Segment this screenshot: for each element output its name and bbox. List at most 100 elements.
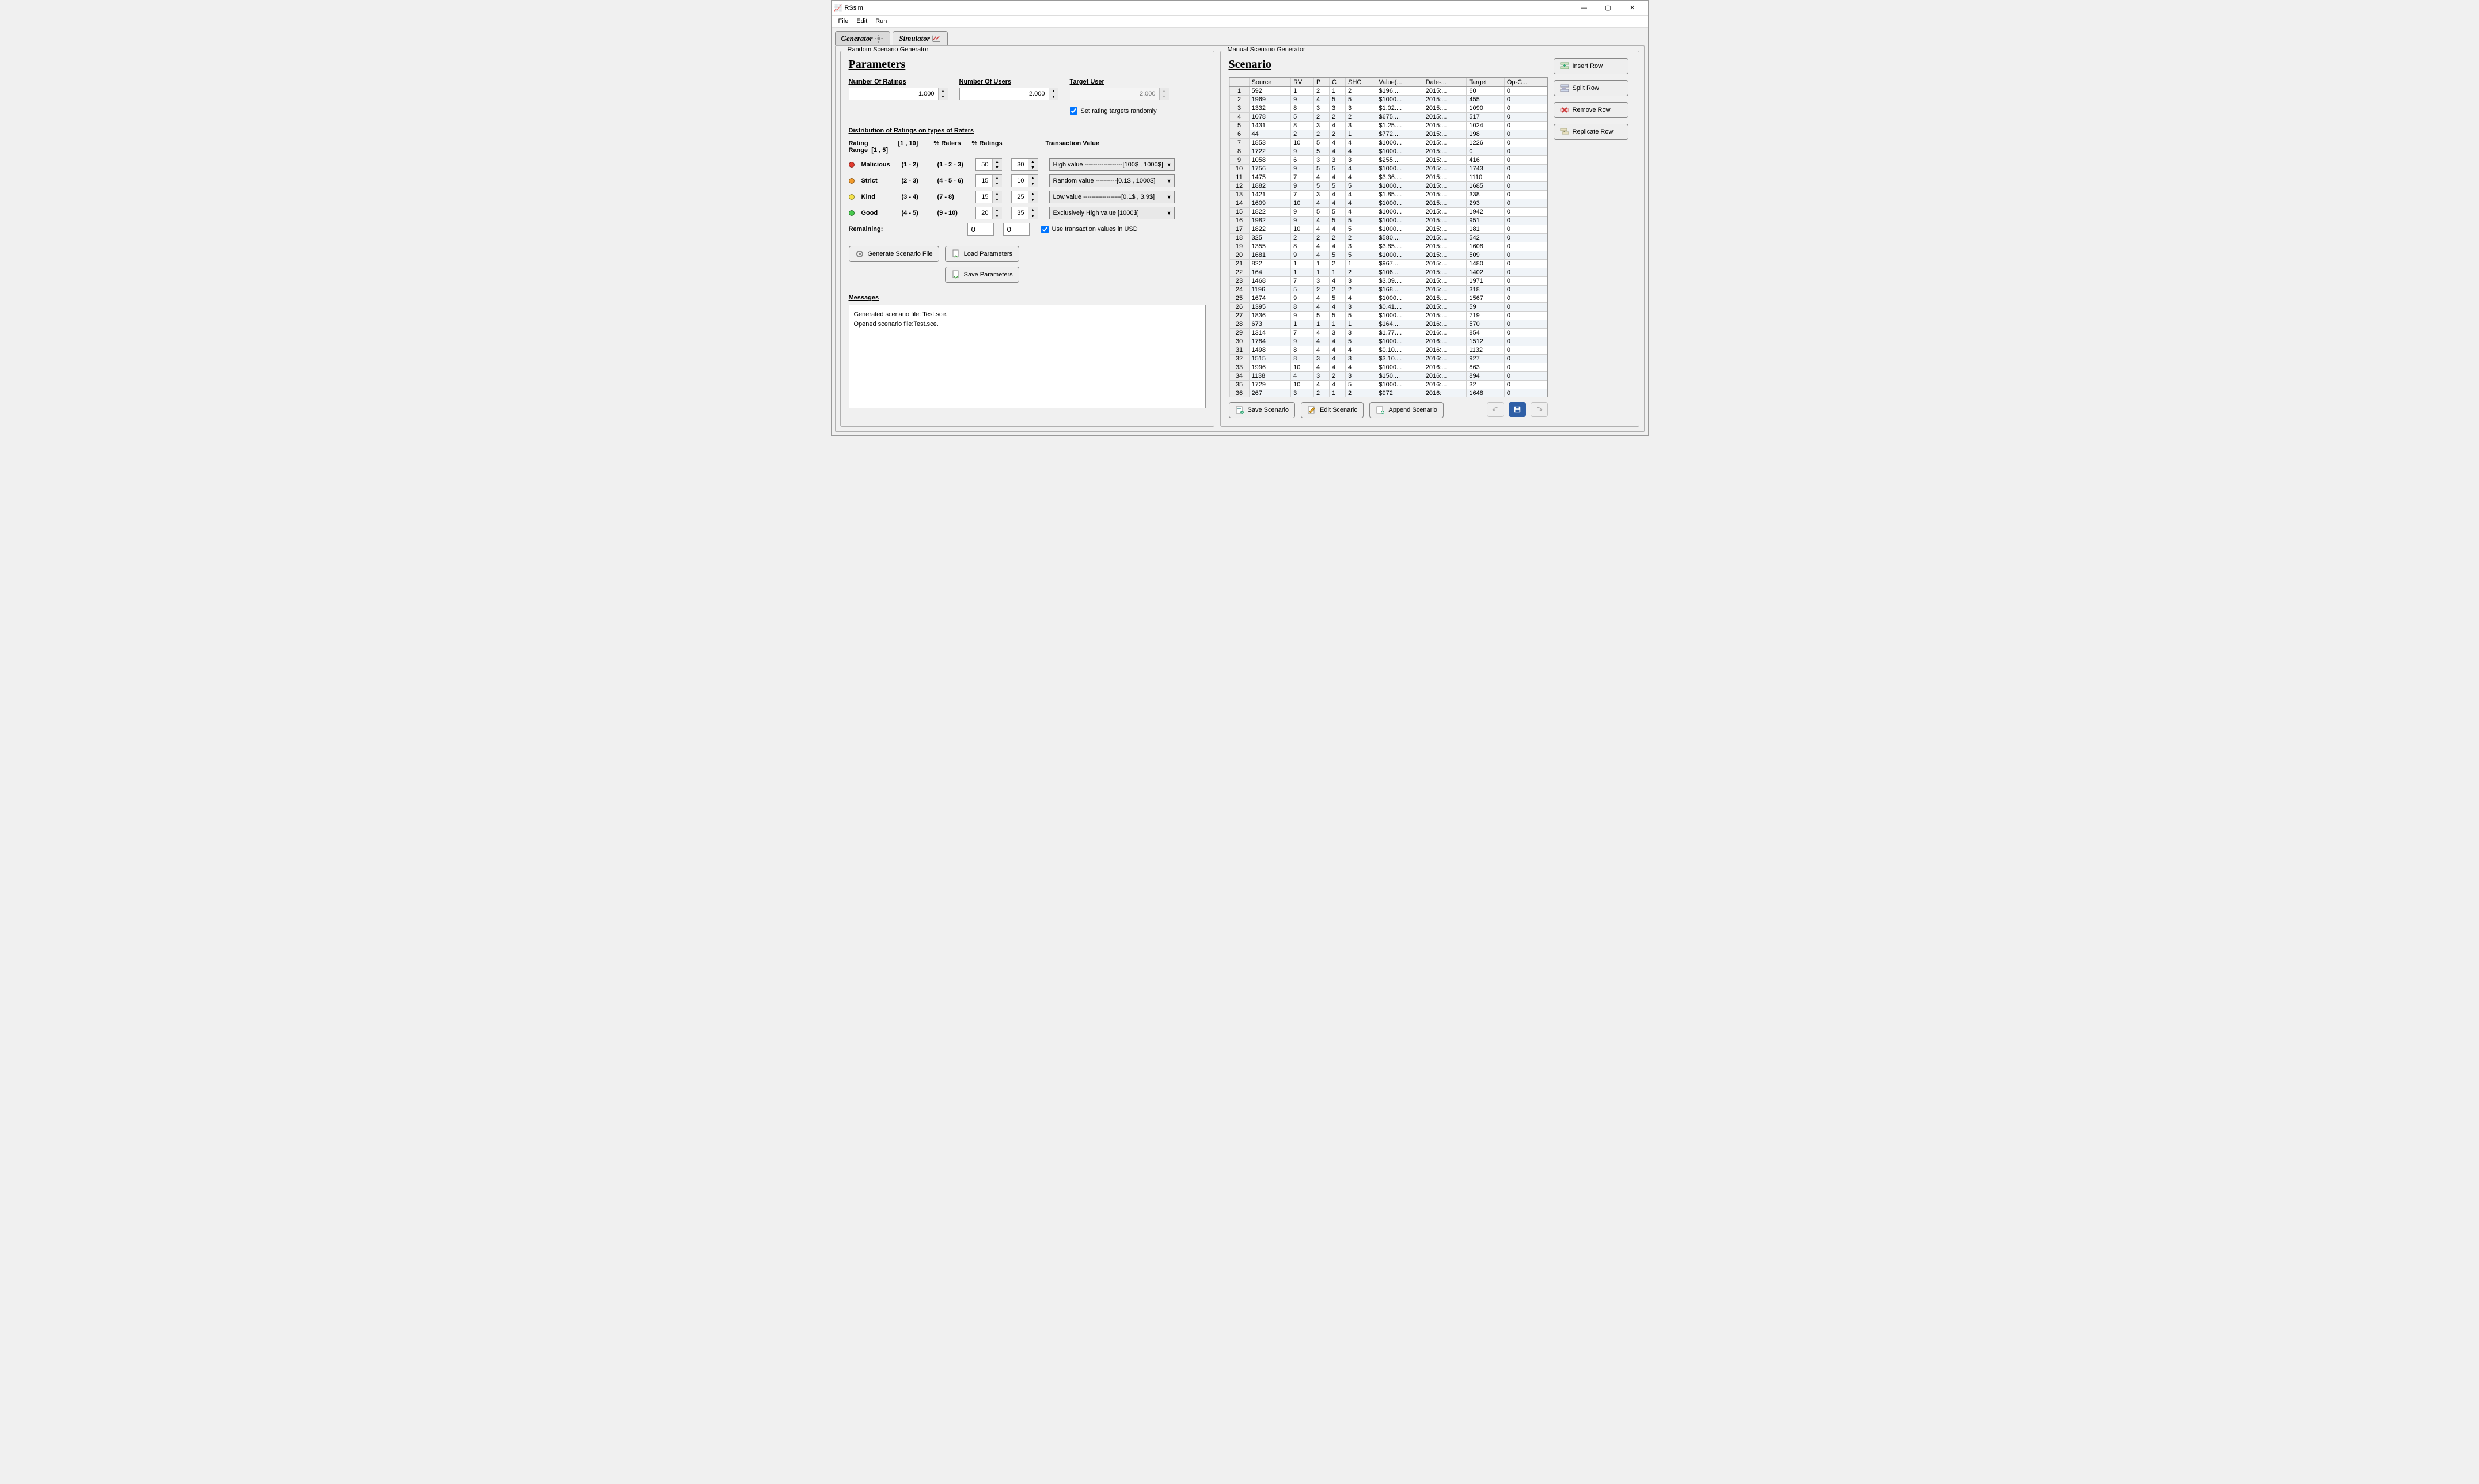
cell-source[interactable]: 267 xyxy=(1249,389,1291,398)
cell-shc[interactable]: 3 xyxy=(1346,329,1376,337)
spinner-down-icon[interactable]: ▼ xyxy=(993,181,1002,187)
cell-date[interactable]: 2015:... xyxy=(1423,225,1467,234)
cell-shc[interactable]: 4 xyxy=(1346,294,1376,303)
spinner-up-icon[interactable]: ▲ xyxy=(993,191,1002,197)
cell-value[interactable]: $580.... xyxy=(1376,234,1423,242)
cell-c[interactable]: 4 xyxy=(1330,337,1346,346)
cell-value[interactable]: $1000... xyxy=(1376,147,1423,156)
cell-value[interactable]: $3.36.... xyxy=(1376,173,1423,182)
cell-target[interactable]: 416 xyxy=(1467,156,1505,165)
cell-opc[interactable]: 0 xyxy=(1504,208,1547,217)
spinner-up-icon[interactable]: ▲ xyxy=(993,175,1002,181)
cell-opc[interactable]: 0 xyxy=(1504,122,1547,130)
cell-c[interactable]: 2 xyxy=(1330,130,1346,139)
scenario-table-wrap[interactable]: SourceRVPCSHCValue(...Date-...TargetOp-C… xyxy=(1229,77,1548,397)
cell-source[interactable]: 1475 xyxy=(1249,173,1291,182)
cell-opc[interactable]: 0 xyxy=(1504,234,1547,242)
cell-opc[interactable]: 0 xyxy=(1504,381,1547,389)
spinner-down-icon[interactable]: ▼ xyxy=(993,213,1002,219)
cell-target[interactable]: 1090 xyxy=(1467,104,1505,113)
cell-c[interactable]: 5 xyxy=(1330,251,1346,260)
cell-c[interactable]: 2 xyxy=(1330,286,1346,294)
cell-shc[interactable]: 3 xyxy=(1346,303,1376,312)
tab-generator[interactable]: Generator xyxy=(835,31,891,45)
cell-value[interactable]: $1000... xyxy=(1376,381,1423,389)
cell-value[interactable]: $1000... xyxy=(1376,225,1423,234)
cell-target[interactable]: 542 xyxy=(1467,234,1505,242)
cell-value[interactable]: $196.... xyxy=(1376,87,1423,96)
cell-c[interactable]: 5 xyxy=(1330,217,1346,225)
cell-c[interactable]: 1 xyxy=(1330,268,1346,277)
pct-raters-input[interactable] xyxy=(976,207,992,219)
cell-p[interactable]: 3 xyxy=(1313,372,1329,381)
cell-shc[interactable]: 3 xyxy=(1346,122,1376,130)
cell-c[interactable]: 4 xyxy=(1330,381,1346,389)
load-parameters-button[interactable]: Load Parameters xyxy=(945,246,1019,262)
cell-rv[interactable]: 10 xyxy=(1291,363,1314,372)
cell-opc[interactable]: 0 xyxy=(1504,104,1547,113)
pct-ratings-input[interactable] xyxy=(1012,175,1028,187)
cell-opc[interactable]: 0 xyxy=(1504,251,1547,260)
cell-c[interactable]: 5 xyxy=(1330,208,1346,217)
cell-shc[interactable]: 3 xyxy=(1346,242,1376,251)
cell-opc[interactable]: 0 xyxy=(1504,277,1547,286)
cell-source[interactable]: 1421 xyxy=(1249,191,1291,199)
cell-source[interactable]: 1314 xyxy=(1249,329,1291,337)
cell-value[interactable]: $164.... xyxy=(1376,320,1423,329)
cell-p[interactable]: 3 xyxy=(1313,104,1329,113)
tab-simulator[interactable]: Simulator xyxy=(893,31,947,45)
pct-raters-spinner[interactable]: ▲▼ xyxy=(975,174,1002,187)
cell-value[interactable]: $106.... xyxy=(1376,268,1423,277)
spinner-up-icon[interactable]: ▲ xyxy=(939,88,948,94)
cell-c[interactable]: 5 xyxy=(1330,312,1346,320)
table-row[interactable]: 30 1784 9 4 4 5 $1000... 2016:... 1512 0 xyxy=(1229,337,1547,346)
cell-opc[interactable]: 0 xyxy=(1504,337,1547,346)
cell-value[interactable]: $1000... xyxy=(1376,182,1423,191)
table-header[interactable]: Date-... xyxy=(1423,78,1467,87)
edit-scenario-button[interactable]: Edit Scenario xyxy=(1301,402,1364,418)
table-row[interactable]: 18 325 2 2 2 2 $580.... 2015:... 542 0 xyxy=(1229,234,1547,242)
cell-rv[interactable]: 9 xyxy=(1291,182,1314,191)
cell-opc[interactable]: 0 xyxy=(1504,268,1547,277)
cell-date[interactable]: 2015:... xyxy=(1423,147,1467,156)
cell-source[interactable]: 1982 xyxy=(1249,217,1291,225)
cell-value[interactable]: $972 xyxy=(1376,389,1423,398)
generate-scenario-button[interactable]: Generate Scenario File xyxy=(849,246,939,262)
cell-p[interactable]: 4 xyxy=(1313,217,1329,225)
cell-value[interactable]: $1000... xyxy=(1376,312,1423,320)
cell-shc[interactable]: 4 xyxy=(1346,208,1376,217)
cell-c[interactable]: 2 xyxy=(1330,113,1346,122)
cell-value[interactable]: $1000... xyxy=(1376,337,1423,346)
cell-p[interactable]: 1 xyxy=(1313,268,1329,277)
cell-value[interactable]: $0.10.... xyxy=(1376,346,1423,355)
cell-p[interactable]: 4 xyxy=(1313,225,1329,234)
table-header[interactable]: P xyxy=(1313,78,1329,87)
cell-shc[interactable]: 3 xyxy=(1346,372,1376,381)
pct-ratings-input[interactable] xyxy=(1012,191,1028,203)
cell-shc[interactable]: 5 xyxy=(1346,381,1376,389)
table-row[interactable]: 34 1138 4 3 2 3 $150.... 2016:... 894 0 xyxy=(1229,372,1547,381)
cell-p[interactable]: 3 xyxy=(1313,355,1329,363)
cell-opc[interactable]: 0 xyxy=(1504,165,1547,173)
spinner-down-icon[interactable]: ▼ xyxy=(1028,165,1038,170)
minimize-button[interactable]: — xyxy=(1572,2,1596,14)
cell-rv[interactable]: 9 xyxy=(1291,217,1314,225)
cell-opc[interactable]: 0 xyxy=(1504,389,1547,398)
table-row[interactable]: 6 44 2 2 2 1 $772.... 2015:... 198 0 xyxy=(1229,130,1547,139)
table-row[interactable]: 13 1421 7 3 4 4 $1.85.... 2015:... 338 0 xyxy=(1229,191,1547,199)
cell-target[interactable]: 1685 xyxy=(1467,182,1505,191)
cell-rv[interactable]: 9 xyxy=(1291,294,1314,303)
cell-source[interactable]: 1355 xyxy=(1249,242,1291,251)
cell-rv[interactable]: 4 xyxy=(1291,372,1314,381)
replicate-row-button[interactable]: Replicate Row xyxy=(1554,124,1628,140)
table-row[interactable]: 36 267 3 2 1 2 $972 2016: 1648 0 xyxy=(1229,389,1547,398)
cell-opc[interactable]: 0 xyxy=(1504,113,1547,122)
table-row[interactable]: 4 1078 5 2 2 2 $675.... 2015:... 517 0 xyxy=(1229,113,1547,122)
cell-shc[interactable]: 4 xyxy=(1346,139,1376,147)
use-usd-checkbox-row[interactable]: Use transaction values in USD xyxy=(1041,226,1206,233)
num-users-spinner[interactable]: ▲▼ xyxy=(959,88,1058,100)
cell-source[interactable]: 1196 xyxy=(1249,286,1291,294)
cell-shc[interactable]: 3 xyxy=(1346,104,1376,113)
table-row[interactable]: 35 1729 10 4 4 5 $1000... 2016:... 32 0 xyxy=(1229,381,1547,389)
cell-date[interactable]: 2015:... xyxy=(1423,208,1467,217)
